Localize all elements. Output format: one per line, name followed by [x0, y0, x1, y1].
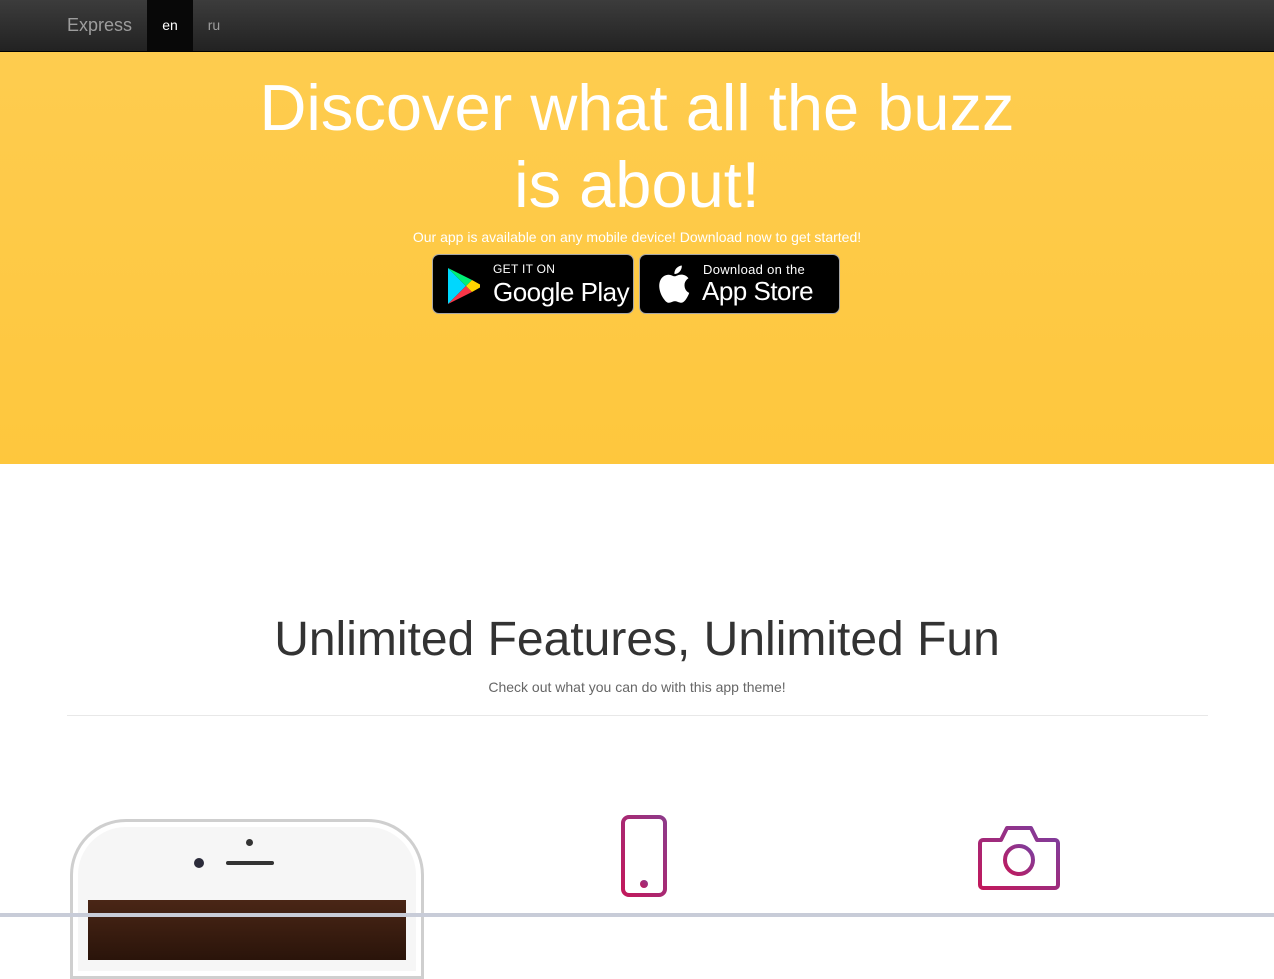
phone-sensor: [246, 839, 253, 846]
app-store-button[interactable]: Download on the App Store: [639, 254, 840, 314]
hero-title: Discover what all the buzz is about!: [259, 71, 1015, 221]
camera-icon: [978, 826, 1060, 890]
google-play-button[interactable]: GET IT ON Google Play: [432, 254, 634, 314]
hero-subtitle: Our app is available on any mobile devic…: [412, 229, 862, 245]
window-bottom-edge: [0, 913, 1274, 917]
lang-ru-link[interactable]: ru: [193, 0, 235, 51]
phone-front-camera: [194, 858, 204, 868]
phone-speaker: [226, 861, 274, 865]
apple-icon: [659, 265, 690, 303]
features-subtitle: Check out what you can do with this app …: [488, 679, 786, 695]
brand-link[interactable]: Express: [67, 0, 132, 51]
phone-mockup: [70, 819, 424, 979]
google-play-small-text: GET IT ON: [493, 262, 556, 276]
section-divider: [67, 715, 1208, 716]
smartphone-icon: [621, 815, 667, 897]
google-play-big-text: Google Play: [493, 277, 630, 307]
google-play-icon: [448, 268, 480, 304]
hero-section: Discover what all the buzz is about! Our…: [0, 52, 1274, 464]
features-title: Unlimited Features, Unlimited Fun: [274, 613, 1000, 666]
navbar: Express en ru: [0, 0, 1274, 52]
app-store-small-text: Download on the: [703, 262, 806, 277]
lang-en-link[interactable]: en: [147, 0, 193, 51]
phone-screen: [88, 900, 406, 960]
app-store-big-text: App Store: [702, 276, 814, 306]
